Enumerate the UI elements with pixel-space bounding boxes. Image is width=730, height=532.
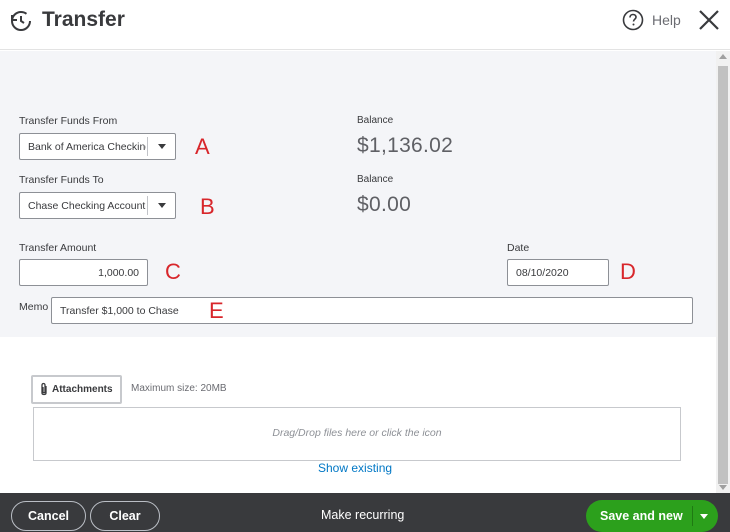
dropzone-text: Drag/Drop files here or click the icon [272, 427, 442, 439]
from-balance-value: $1,136.02 [357, 134, 454, 157]
from-account-value: Bank of America Checking [28, 141, 146, 153]
memo-label: Memo [19, 301, 49, 313]
show-existing-link[interactable]: Show existing [318, 461, 392, 475]
cancel-button[interactable]: Cancel [11, 501, 86, 531]
chevron-down-icon [158, 144, 166, 149]
annotation-b: B [200, 194, 215, 219]
to-account-value: Chase Checking Account [28, 200, 146, 212]
select-divider [147, 137, 148, 156]
annotation-e: E [209, 298, 224, 323]
close-icon[interactable] [697, 8, 721, 32]
save-and-new-label: Save and new [600, 509, 683, 523]
to-account-select[interactable]: Chase Checking Account [19, 192, 176, 219]
date-input[interactable]: 08/10/2020 [507, 259, 609, 286]
from-balance-label: Balance [357, 115, 394, 126]
help-link[interactable]: Help [652, 12, 681, 28]
scrollbar-thumb[interactable] [718, 66, 728, 484]
dialog-header: Transfer Help [0, 0, 730, 50]
to-label: Transfer Funds To [19, 174, 104, 186]
split-divider [692, 506, 693, 526]
help-circle-icon[interactable] [622, 9, 644, 31]
memo-input[interactable]: Transfer $1,000 to Chase [51, 297, 693, 324]
clear-button[interactable]: Clear [90, 501, 160, 531]
amount-label: Transfer Amount [19, 242, 97, 254]
from-label: Transfer Funds From [19, 115, 118, 127]
to-balance-label: Balance [357, 174, 394, 185]
dialog-footer: Cancel Clear Make recurring Save and new [0, 493, 730, 532]
annotation-c: C [165, 259, 181, 284]
scroll-down-icon[interactable] [719, 485, 727, 490]
annotation-d: D [620, 259, 636, 284]
attachments-button[interactable]: Attachments [31, 375, 122, 404]
vertical-scrollbar[interactable] [716, 51, 730, 493]
to-balance-value: $0.00 [357, 193, 412, 216]
max-size-note: Maximum size: 20MB [131, 383, 227, 394]
date-label: Date [507, 242, 530, 254]
history-icon [11, 11, 31, 31]
paperclip-icon [41, 382, 47, 396]
file-dropzone[interactable]: Drag/Drop files here or click the icon [33, 407, 681, 461]
scroll-up-icon[interactable] [719, 54, 727, 59]
from-account-select[interactable]: Bank of America Checking [19, 133, 176, 160]
annotation-a: A [195, 134, 210, 159]
chevron-down-icon[interactable] [700, 514, 708, 519]
attachments-label: Attachments [52, 384, 113, 395]
chevron-down-icon [158, 203, 166, 208]
select-divider [147, 196, 148, 215]
make-recurring-link[interactable]: Make recurring [321, 508, 404, 522]
save-and-new-button[interactable]: Save and new [586, 500, 718, 532]
amount-input[interactable]: 1,000.00 [19, 259, 148, 286]
page-title: Transfer [42, 8, 125, 31]
